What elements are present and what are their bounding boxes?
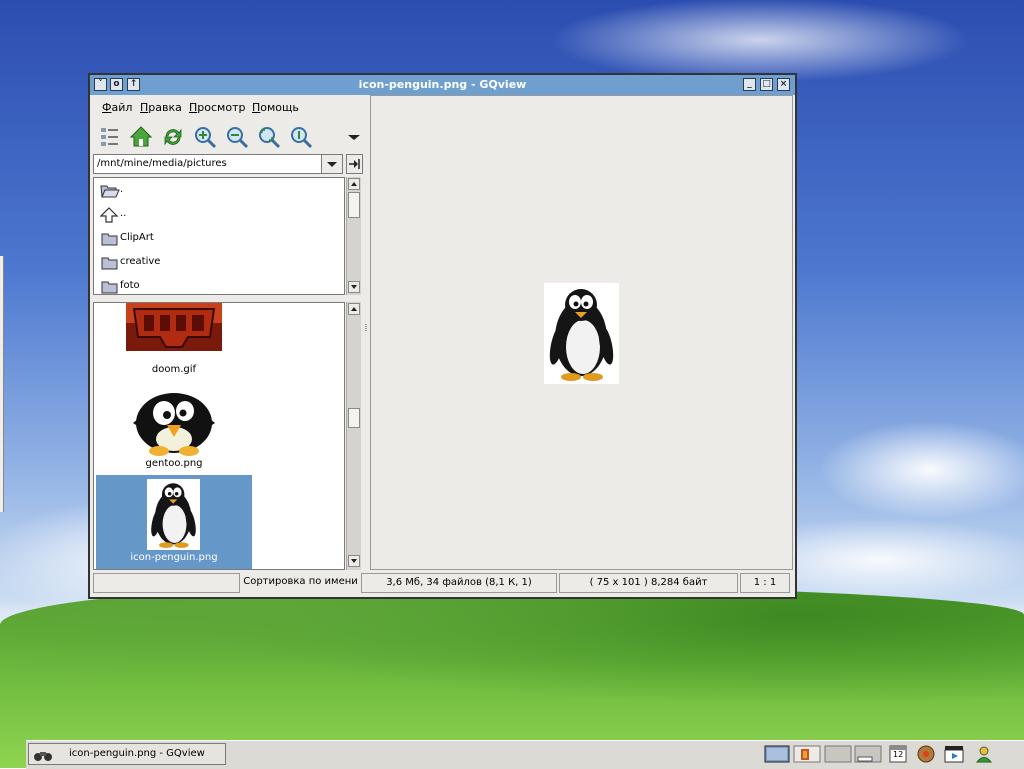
doom-thumbnail-image	[126, 303, 222, 351]
zoom-1to1-icon[interactable]	[289, 125, 313, 149]
settings-tray-icon[interactable]	[915, 744, 937, 764]
chevron-down-icon	[327, 162, 337, 167]
maximize-icon[interactable]: □	[760, 78, 773, 91]
thumbnail-doom[interactable]: doom.gif	[96, 303, 252, 379]
gqview-window: icon-penguin.png - GQview ˅ o ↑ _ □ × Фа…	[88, 73, 797, 599]
status-sort-button[interactable]: Сортировка по имени	[242, 573, 359, 593]
home-icon[interactable]	[129, 125, 153, 149]
close-icon[interactable]: ×	[777, 78, 790, 91]
folder-row-label: ClipArt	[120, 232, 154, 243]
user-icon[interactable]	[973, 744, 995, 764]
thumbnail-caption: gentoo.png	[145, 458, 203, 469]
penguin-thumbnail-image	[147, 479, 200, 550]
window-raise-icon[interactable]: ↑	[127, 78, 140, 91]
path-input[interactable]: /mnt/mine/media/pictures	[93, 154, 343, 174]
media-player-icon[interactable]	[943, 744, 965, 764]
status-zoom-label: 1 : 1	[753, 577, 777, 588]
taskbar-window-button[interactable]: icon-penguin.png - GQview	[28, 743, 226, 765]
scroll-up-icon[interactable]	[348, 303, 360, 315]
folder-row-label: ..	[120, 208, 127, 219]
scroll-thumb[interactable]	[348, 192, 360, 218]
window-menu-icon[interactable]: ˅	[94, 78, 107, 91]
thumbnails-toggle-icon[interactable]	[98, 125, 122, 149]
menu-edit[interactable]: Правка	[140, 101, 182, 114]
scroll-thumb[interactable]	[348, 408, 360, 428]
image-viewer[interactable]	[370, 95, 793, 570]
binoculars-icon	[34, 752, 52, 761]
folder-row-foto[interactable]: foto	[98, 275, 338, 294]
zoom-in-icon[interactable]	[193, 125, 217, 149]
minimize-icon[interactable]: _	[743, 78, 756, 91]
status-summary: 3,6 Мб, 34 файлов (8,1 К, 1)	[361, 573, 557, 593]
path-dropdown-button[interactable]	[321, 154, 343, 174]
offscreen-window-edge	[0, 256, 4, 512]
status-image-info-label: ( 75 x 101 ) 8,284 байт	[589, 577, 708, 588]
menu-view-label: росмотр	[197, 101, 246, 114]
folder-row-label: .	[120, 184, 124, 195]
folder-row-creative[interactable]: creative	[98, 251, 338, 273]
status-sort-label: Сортировка по имени	[243, 576, 358, 587]
open-folder-icon	[100, 185, 120, 198]
thumbnail-icon-penguin[interactable]: icon-penguin.png	[96, 475, 252, 569]
folder-row-parent[interactable]: ..	[98, 203, 338, 225]
toolbar	[90, 121, 370, 153]
gentoo-penguin-image	[133, 393, 215, 456]
menu-help[interactable]: Помощь	[252, 101, 299, 114]
desktop-2-pager-icon[interactable]	[793, 744, 821, 764]
folder-row-current[interactable]: .	[98, 179, 338, 201]
desktop-4-pager-icon[interactable]	[854, 744, 882, 764]
menu-bar: Файл Правка Просмотр Помощь	[90, 95, 370, 119]
pane-splitter-vertical[interactable]	[363, 95, 369, 570]
scroll-down-icon[interactable]	[348, 281, 360, 293]
desktop-3-pager-icon[interactable]	[824, 744, 852, 764]
menu-file[interactable]: Файл	[102, 101, 132, 114]
status-progress	[93, 573, 240, 593]
folder-row-clipart[interactable]: ClipArt	[98, 227, 338, 249]
thumbnail-list-scrollbar[interactable]	[346, 302, 361, 570]
thumbnail-gentoo[interactable]: gentoo.png	[96, 383, 252, 473]
menu-help-label: омощь	[260, 101, 299, 114]
taskbar-window-label: icon-penguin.png - GQview	[69, 748, 205, 759]
scroll-down-icon[interactable]	[348, 555, 360, 567]
window-title: icon-penguin.png - GQview	[358, 78, 527, 91]
pane-splitter-horizontal[interactable]	[93, 296, 363, 304]
calendar-day: 12	[893, 750, 904, 759]
folder-icon	[101, 257, 118, 270]
calendar-icon[interactable]: 12	[887, 744, 909, 764]
status-summary-label: 3,6 Мб, 34 файлов (8,1 К, 1)	[386, 577, 532, 588]
refresh-icon[interactable]	[161, 125, 185, 149]
title-bar[interactable]: icon-penguin.png - GQview ˅ o ↑ _ □ ×	[90, 75, 795, 95]
thumbnail-caption: doom.gif	[151, 364, 197, 375]
taskbar: icon-penguin.png - GQview 12	[26, 740, 1024, 769]
folder-row-label: creative	[120, 256, 161, 267]
thumbnail-caption: icon-penguin.png	[130, 552, 218, 563]
window-sticky-icon[interactable]: o	[110, 78, 123, 91]
menu-file-label: айл	[111, 101, 133, 114]
thumbnail-list[interactable]: doom.gif gentoo.png icon-penguin.png	[93, 302, 345, 570]
up-arrow-icon	[100, 207, 119, 223]
status-image-info: ( 75 x 101 ) 8,284 байт	[559, 573, 738, 593]
folder-list-scrollbar[interactable]	[346, 177, 361, 295]
folder-list[interactable]: . .. ClipArt creative foto	[93, 177, 345, 295]
go-arrow-icon	[349, 159, 360, 169]
path-input-value: /mnt/mine/media/pictures	[97, 158, 227, 169]
desktop-1-pager-icon[interactable]	[764, 744, 790, 764]
folder-row-label: foto	[120, 280, 140, 291]
zoom-fit-icon[interactable]	[257, 125, 281, 149]
folder-icon	[101, 281, 118, 294]
scroll-up-icon[interactable]	[348, 178, 360, 190]
menu-edit-label: равка	[148, 101, 182, 114]
zoom-out-icon[interactable]	[225, 125, 249, 149]
penguin-image	[544, 283, 619, 384]
folder-icon	[101, 233, 118, 246]
status-zoom: 1 : 1	[740, 573, 790, 593]
path-go-button[interactable]	[346, 154, 363, 174]
status-bar: Сортировка по имени 3,6 Мб, 34 файлов (8…	[90, 571, 795, 595]
menu-view[interactable]: Просмотр	[189, 101, 245, 114]
